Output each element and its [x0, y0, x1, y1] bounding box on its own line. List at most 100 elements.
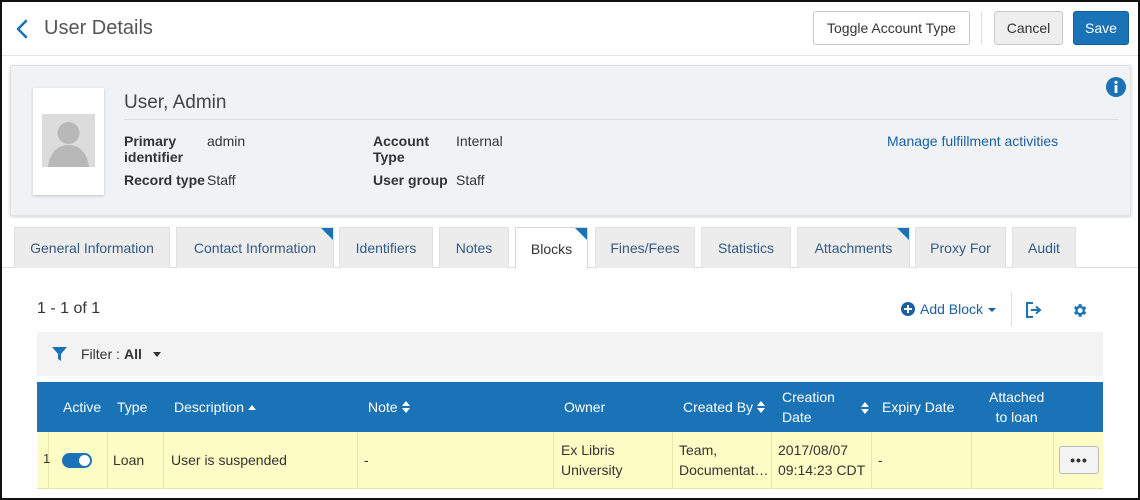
tab-blocks[interactable]: Blocks [515, 227, 588, 269]
cell-divider [672, 432, 673, 489]
column-description-label: Description [174, 399, 245, 415]
record-type-value: Staff [207, 172, 236, 188]
column-active: Active [63, 399, 102, 415]
chevron-down-icon[interactable] [153, 352, 161, 357]
filter-bar: Filter : All [37, 332, 1103, 376]
sort-ascending-icon [248, 405, 257, 410]
chevron-left-icon[interactable] [14, 18, 30, 40]
column-creation-date[interactable]: Creation Date [782, 387, 835, 427]
cell-description: User is suspended [171, 452, 287, 468]
tab-proxy-for[interactable]: Proxy For [915, 227, 1006, 268]
row-number: 1 [43, 451, 51, 466]
row-actions-button[interactable]: ••• [1059, 446, 1099, 474]
toggle-account-type-button[interactable]: Toggle Account Type [813, 11, 970, 45]
page-header: User Details Toggle Account Type Cancel … [0, 0, 1140, 56]
column-attached-to-loan: Attached to loan [989, 387, 1044, 427]
account-type-label: Account Type [373, 133, 429, 165]
cell-created-by: Team, Documentat… [679, 440, 768, 480]
page-title: User Details [44, 17, 153, 39]
avatar [33, 88, 104, 195]
toggle-knob [79, 455, 90, 466]
tab-general-information[interactable]: General Information [14, 227, 170, 268]
column-expiry-date: Expiry Date [882, 399, 955, 415]
cancel-button[interactable]: Cancel [994, 11, 1063, 45]
cell-created-by-line1: Team, [679, 442, 718, 458]
column-note[interactable]: Note [368, 397, 410, 417]
chevron-down-icon [988, 308, 997, 312]
tab-contact-information[interactable]: Contact Information [176, 227, 334, 268]
tab-notes[interactable]: Notes [439, 227, 509, 268]
filter-icon [52, 347, 67, 361]
column-note-label: Note [368, 399, 398, 415]
user-name: User, Admin [124, 92, 227, 113]
tab-label: Proxy For [930, 240, 991, 256]
tab-label: Blocks [530, 240, 573, 257]
table-header: Active Type Description Note Owner Creat… [37, 382, 1103, 432]
tab-fines-fees[interactable]: Fines/Fees [595, 227, 695, 268]
add-block-button[interactable]: Add Block [901, 301, 997, 317]
cell-divider [871, 432, 872, 489]
filter-label: Filter : [81, 346, 120, 362]
results-count: 1 - 1 of 1 [37, 300, 101, 317]
account-type-label-line2: Type [373, 149, 405, 165]
cell-divider [163, 432, 164, 489]
sort-icon [757, 401, 766, 413]
column-created-by-label: Created By [683, 399, 754, 415]
cell-divider [1053, 432, 1054, 489]
cell-owner: Ex Libris University [561, 440, 622, 480]
info-icon[interactable] [1106, 77, 1126, 97]
table-row[interactable]: 1 Loan User is suspended - Ex Libris Uni… [37, 432, 1103, 489]
column-type: Type [117, 399, 148, 415]
cell-divider [971, 432, 972, 489]
tab-label: Attachments [814, 240, 893, 256]
user-profile-card: User, Admin Primary identifier admin Acc… [10, 65, 1131, 216]
tab-statistics[interactable]: Statistics [701, 227, 791, 268]
cell-owner-line1: Ex Libris [561, 442, 615, 458]
active-toggle[interactable] [62, 453, 92, 468]
header-divider [981, 12, 982, 44]
sort-icon[interactable] [861, 402, 869, 414]
tab-audit[interactable]: Audit [1012, 227, 1076, 268]
toolbar-divider [1011, 293, 1012, 326]
cell-creation-date-line1: 2017/08/07 [778, 442, 849, 458]
tab-label: Contact Information [193, 240, 317, 256]
tab-flag-marker [321, 228, 333, 240]
cell-expiry-date: - [878, 452, 883, 468]
account-type-label-line1: Account [373, 133, 429, 149]
user-group-label: User group [373, 172, 448, 188]
tab-label: Statistics [717, 240, 774, 256]
gear-icon[interactable] [1071, 302, 1088, 319]
cell-owner-line2: University [561, 462, 623, 478]
cell-creation-date: 2017/08/07 09:14:23 CDT [778, 440, 865, 480]
column-description[interactable]: Description [174, 397, 257, 417]
column-creation-date-line2: Date [782, 409, 812, 425]
cell-divider [107, 432, 108, 489]
filter-value[interactable]: All [124, 346, 142, 362]
tab-label: General Information [30, 240, 154, 256]
cell-divider [553, 432, 554, 489]
save-button[interactable]: Save [1073, 11, 1129, 45]
tab-label: Audit [1028, 240, 1060, 256]
column-created-by[interactable]: Created By [683, 397, 766, 417]
tab-flag-marker [575, 228, 587, 240]
export-icon[interactable] [1023, 300, 1043, 320]
primary-identifier-value: admin [207, 133, 246, 149]
cell-divider [357, 432, 358, 489]
cell-note: - [364, 452, 369, 468]
column-owner: Owner [564, 399, 606, 415]
tab-attachments[interactable]: Attachments [797, 227, 910, 268]
user-group-value: Staff [456, 172, 485, 188]
sort-icon [401, 401, 410, 413]
cell-creation-date-line2: 09:14:23 CDT [778, 462, 866, 478]
ellipsis-icon: ••• [1070, 452, 1088, 468]
manage-fulfillment-link[interactable]: Manage fulfillment activities [887, 133, 1058, 149]
tab-label: Fines/Fees [610, 240, 680, 256]
tab-identifiers[interactable]: Identifiers [339, 227, 433, 268]
cell-type: Loan [113, 452, 145, 468]
avatar-placeholder-icon [42, 114, 95, 167]
column-creation-date-line1: Creation [782, 389, 835, 405]
tab-label: Notes [455, 240, 493, 256]
primary-identifier-label-line2: identifier [124, 149, 184, 165]
record-type-label: Record type [124, 172, 205, 188]
primary-identifier-label: Primary identifier [124, 133, 183, 165]
